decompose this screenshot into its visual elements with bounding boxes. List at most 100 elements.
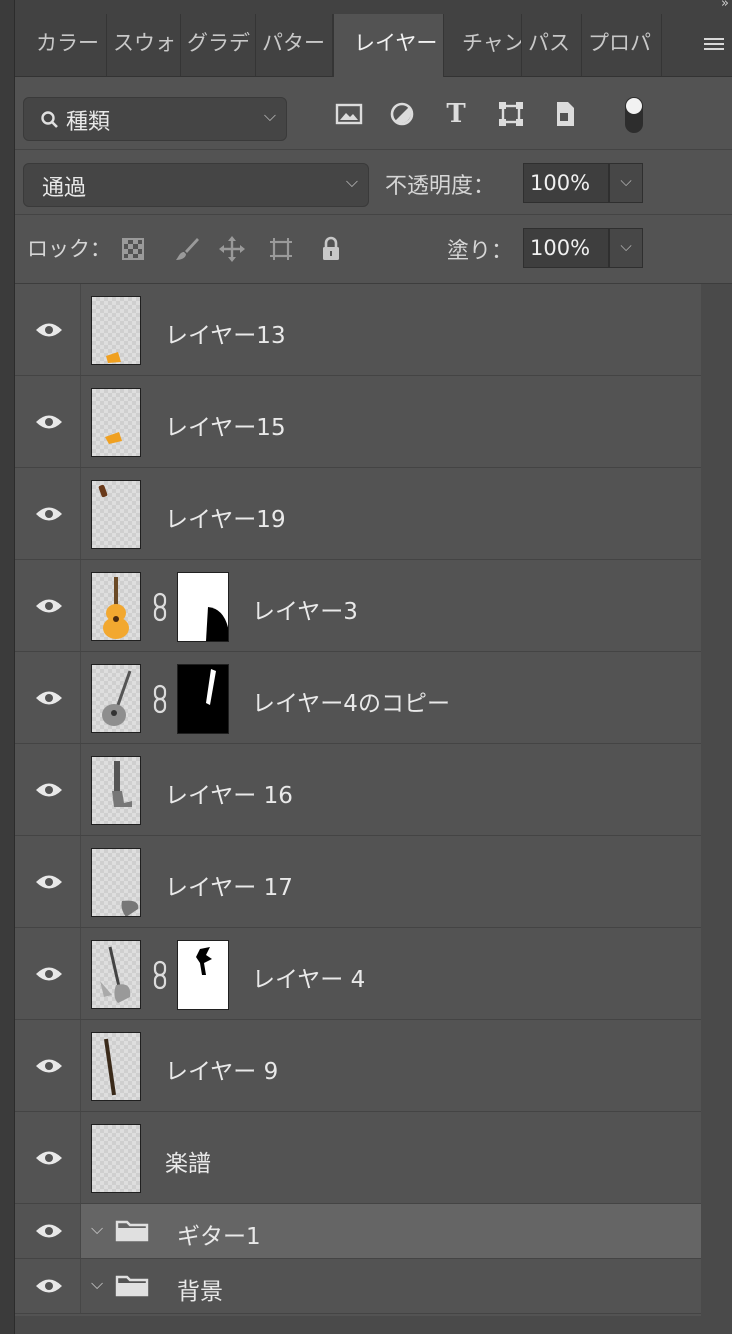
tab-patterns[interactable]: パター — [256, 14, 333, 76]
layer-row[interactable]: レイヤー15 — [15, 376, 701, 468]
tab-color[interactable]: カラー — [30, 14, 107, 76]
layer-row[interactable]: レイヤー 9 — [15, 1020, 701, 1112]
layer-list-scrollbar[interactable] — [701, 284, 732, 1316]
opacity-dropdown-button[interactable]: ⌵ — [609, 163, 643, 203]
eye-icon — [36, 967, 62, 980]
visibility-toggle[interactable] — [15, 376, 81, 467]
layer-name[interactable]: レイヤー 4 — [252, 960, 365, 994]
layer-row[interactable]: レイヤー3 — [15, 560, 701, 652]
layer-thumbnail[interactable] — [91, 296, 141, 365]
layer-thumbnail[interactable] — [91, 572, 141, 641]
mask-shape — [196, 947, 212, 975]
blend-mode-select[interactable]: 通過 ⌵ — [23, 163, 369, 207]
layer-name[interactable]: レイヤー 16 — [165, 776, 293, 810]
workspace-edge — [0, 0, 15, 1334]
layer-thumbnail[interactable] — [91, 480, 141, 549]
tab-properties[interactable]: プロパ — [582, 14, 662, 76]
guitar-image — [100, 946, 131, 1003]
tab-layers[interactable]: レイヤー — [333, 14, 444, 77]
layer-thumbnail[interactable] — [91, 848, 141, 917]
blend-row: 通過 ⌵ 不透明度： 100% ⌵ — [15, 150, 732, 215]
layer-name[interactable]: 楽譜 — [165, 1144, 211, 1178]
smart-object-filter-icon[interactable] — [550, 99, 580, 129]
lock-image-pixels-icon[interactable] — [173, 235, 201, 263]
visibility-toggle[interactable] — [15, 560, 81, 651]
lock-transparent-pixels-icon[interactable] — [119, 235, 147, 263]
link-icon[interactable] — [152, 960, 168, 990]
eye-icon — [36, 875, 62, 888]
tab-channels[interactable]: チャン — [444, 14, 522, 76]
fragment-image — [112, 761, 132, 807]
tab-gradients[interactable]: グラデ — [181, 14, 256, 76]
opacity-input[interactable]: 100% — [523, 163, 609, 203]
tab-paths[interactable]: パス — [522, 14, 582, 76]
layer-name[interactable]: レイヤー3 — [252, 592, 358, 626]
chevron-down-icon: ⌵ — [263, 106, 276, 125]
expand-chevron-icon[interactable]: ⌵ — [91, 1219, 103, 1239]
shape-filter-icon[interactable] — [496, 99, 526, 129]
layer-mask-thumbnail[interactable] — [177, 572, 229, 642]
fragment-image — [98, 484, 108, 498]
visibility-toggle[interactable] — [15, 928, 81, 1019]
visibility-toggle[interactable] — [15, 1259, 81, 1313]
image-filter-icon[interactable] — [334, 99, 364, 129]
layer-mask-thumbnail[interactable] — [177, 940, 229, 1010]
expand-chevron-icon[interactable]: ⌵ — [91, 1274, 103, 1294]
visibility-toggle[interactable] — [15, 652, 81, 743]
layer-name[interactable]: レイヤー15 — [165, 408, 286, 442]
layer-thumbnail[interactable] — [91, 940, 141, 1009]
layer-row[interactable]: レイヤー 4 — [15, 928, 701, 1020]
layer-thumbnail[interactable] — [91, 664, 141, 733]
lock-position-icon[interactable] — [218, 235, 246, 263]
layer-name[interactable]: レイヤー4のコピー — [252, 684, 450, 718]
group-name[interactable]: ギター1 — [177, 1217, 261, 1251]
mask-shape — [206, 669, 216, 705]
layer-thumbnail[interactable] — [91, 1124, 141, 1193]
visibility-toggle[interactable] — [15, 1112, 81, 1203]
layer-thumbnail[interactable] — [91, 1032, 141, 1101]
visibility-toggle[interactable] — [15, 1020, 81, 1111]
collapse-panel-icon[interactable]: » — [721, 0, 729, 11]
eye-icon — [36, 1224, 62, 1238]
layer-row[interactable]: レイヤー4のコピー — [15, 652, 701, 744]
layer-group-row[interactable]: ⌵ 背景 — [15, 1259, 701, 1314]
layer-thumbnail[interactable] — [91, 756, 141, 825]
panel-footer — [15, 1316, 732, 1334]
eye-icon — [36, 1151, 62, 1164]
layer-thumbnail[interactable] — [91, 388, 141, 457]
filter-toggle-icon[interactable] — [623, 95, 645, 135]
adjustment-filter-icon[interactable] — [387, 99, 417, 129]
visibility-toggle[interactable] — [15, 284, 81, 375]
link-icon[interactable] — [152, 684, 168, 714]
fill-label: 塗り： — [447, 239, 514, 264]
visibility-toggle[interactable] — [15, 836, 81, 927]
eye-icon — [36, 1059, 62, 1072]
type-filter-icon[interactable]: T — [441, 99, 471, 129]
layer-name[interactable]: レイヤー 9 — [165, 1052, 278, 1086]
layer-name[interactable]: レイヤー19 — [165, 500, 286, 534]
lock-row: ロック： 塗り： 100% ⌵ — [15, 215, 732, 284]
visibility-toggle[interactable] — [15, 468, 81, 559]
filter-kind-select[interactable]: 種類 ⌵ — [23, 97, 287, 141]
group-name[interactable]: 背景 — [177, 1272, 223, 1306]
layer-row[interactable]: 楽譜 — [15, 1112, 701, 1204]
layer-row[interactable]: レイヤー19 — [15, 468, 701, 560]
fill-input[interactable]: 100% — [523, 228, 609, 268]
panel-menu-icon[interactable] — [704, 38, 724, 52]
visibility-toggle[interactable] — [15, 744, 81, 835]
lock-artboard-icon[interactable] — [267, 235, 295, 263]
layer-name[interactable]: レイヤー13 — [165, 316, 286, 350]
layer-mask-thumbnail[interactable] — [177, 664, 229, 734]
chevron-down-icon: ⌵ — [345, 172, 358, 191]
fill-dropdown-button[interactable]: ⌵ — [609, 228, 643, 268]
visibility-toggle[interactable] — [15, 1204, 81, 1258]
layer-row[interactable]: レイヤー13 — [15, 284, 701, 376]
layer-row[interactable]: レイヤー 16 — [15, 744, 701, 836]
layer-name[interactable]: レイヤー 17 — [165, 868, 293, 902]
layer-row[interactable]: レイヤー 17 — [15, 836, 701, 928]
link-icon[interactable] — [152, 592, 168, 622]
layer-group-row[interactable]: ⌵ ギター1 — [15, 1204, 701, 1259]
lock-all-icon[interactable] — [317, 235, 345, 263]
fragment-image — [106, 352, 121, 363]
tab-swatches[interactable]: スウォ — [107, 14, 181, 76]
